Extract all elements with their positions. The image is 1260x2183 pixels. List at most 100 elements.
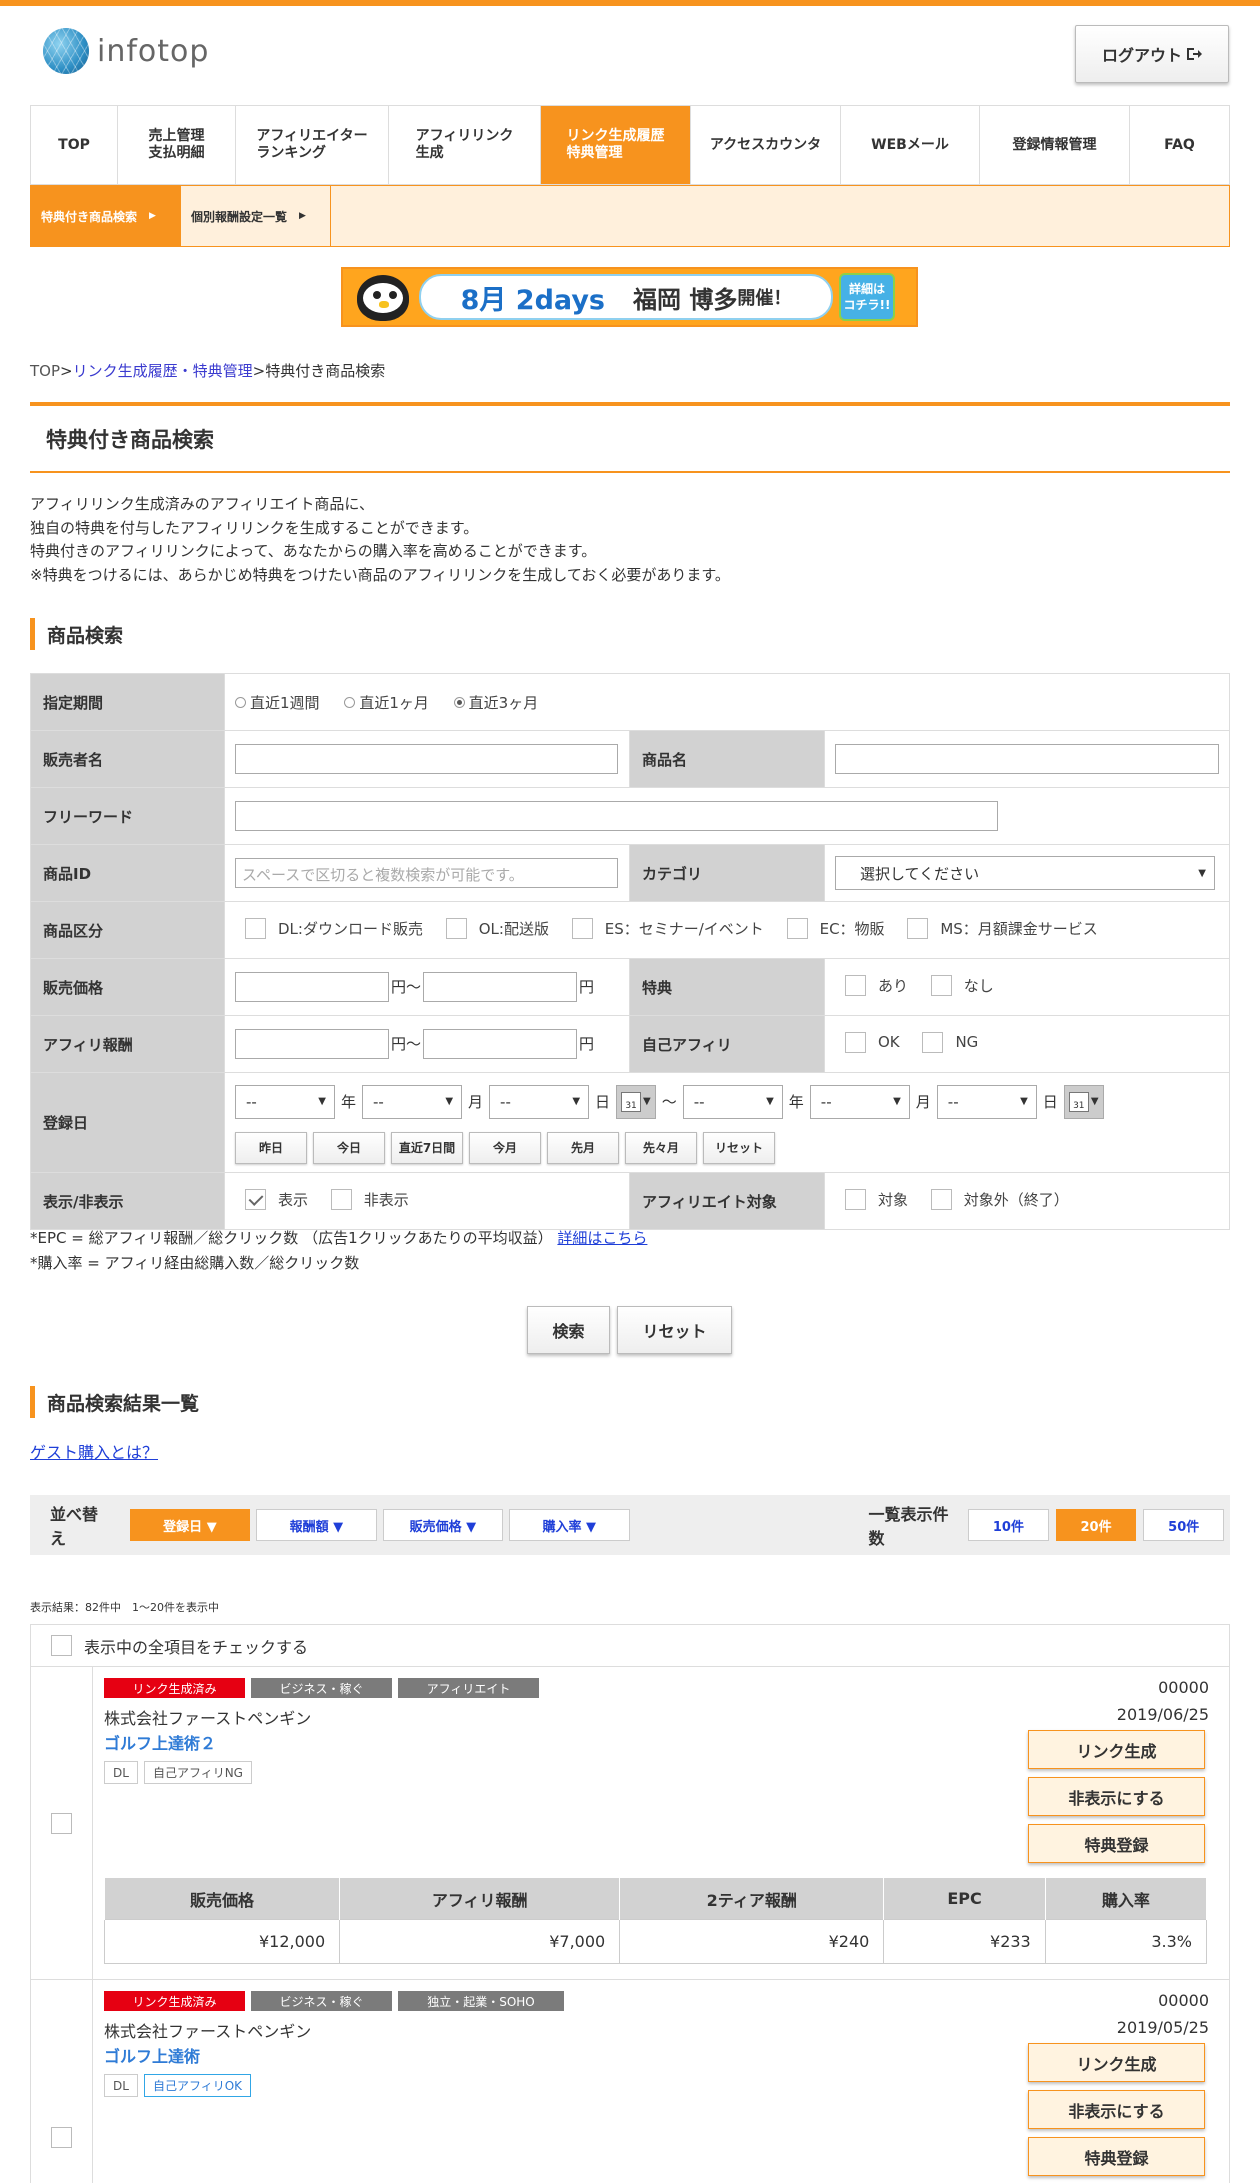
price-from-input[interactable] [235, 972, 389, 1002]
bonus-checkbox-no[interactable]: なし [930, 974, 994, 996]
dropdown-arrow-icon: ▼ [643, 1096, 651, 1107]
register-bonus-button[interactable]: 特典登録 [1028, 1824, 1205, 1863]
generate-link-button[interactable]: リンク生成 [1028, 1730, 1205, 1769]
price-to-input[interactable] [423, 972, 578, 1002]
self-affi-checkbox-ng[interactable]: NG [922, 1031, 979, 1053]
guest-purchase-link[interactable]: ゲスト購入とは？ [30, 1439, 158, 1463]
search-button[interactable]: 検索 [527, 1306, 610, 1354]
nav-item-access-counter[interactable]: アクセスカウンタ [691, 106, 841, 184]
item-checkbox[interactable] [51, 1813, 72, 1834]
nav-item-account[interactable]: 登録情報管理 [980, 106, 1130, 184]
perpage-10-button[interactable]: 10件 [968, 1509, 1049, 1541]
type-checkbox-ms[interactable]: MS：月額課金サービス [907, 917, 1098, 939]
search-notes: *EPC = 総アフィリ報酬／総クリック数 （広告1クリックあたりの平均収益） … [30, 1226, 647, 1276]
stat-price: ¥12,000 [103, 1919, 341, 1964]
stat-header-price: 販売価格 [103, 1877, 341, 1920]
type-checkbox-ec[interactable]: EC：物販 [786, 917, 885, 939]
self-affi-checkbox-ok[interactable]: OK [845, 1031, 900, 1053]
badge-type: DL [104, 1761, 138, 1784]
nav-item-top[interactable]: TOP [31, 106, 118, 184]
breadcrumb: TOP>リンク生成履歴・特典管理>特典付き商品検索 [30, 360, 385, 381]
bonus-field: あり なし [824, 958, 1230, 1016]
type-checkbox-es[interactable]: ES：セミナー/イベント [571, 917, 764, 939]
to-calendar-button[interactable]: 31 ▼ [1063, 1084, 1104, 1119]
hide-button[interactable]: 非表示にする [1028, 1777, 1205, 1816]
nav-item-faq[interactable]: FAQ [1130, 106, 1229, 184]
product-name-input[interactable] [835, 744, 1219, 774]
visibility-checkbox-hide[interactable]: 非表示 [330, 1188, 409, 1210]
item-product-name[interactable]: ゴルフ上達術２ [104, 1730, 216, 1754]
results-heading: 商品検索結果一覧 [30, 1386, 199, 1418]
purchase-rate-note: *購入率 = アフィリ経由総購入数／総クリック数 [30, 1254, 360, 1272]
perpage-50-button[interactable]: 50件 [1143, 1509, 1225, 1541]
nav-item-ranking[interactable]: アフィリエイター ランキング [236, 106, 389, 184]
checkbox-label: NG [955, 1033, 979, 1051]
sort-by-date-button[interactable]: 登録日 ▼ [129, 1509, 251, 1541]
quick-yesterday-button[interactable]: 昨日 [235, 1131, 307, 1164]
checkbox-label: 非表示 [363, 1190, 409, 1209]
visibility-label: 表示/非表示 [30, 1172, 225, 1230]
nav-label: 売上管理 支払明細 [148, 128, 205, 161]
reward-to-input[interactable] [423, 1029, 578, 1059]
sort-by-price-button[interactable]: 販売価格 ▼ [382, 1509, 504, 1541]
from-month-select[interactable]: -- [362, 1084, 463, 1119]
regdate-field: --年 --月 --日 31▼ 〜 --年 --月 --日 31▼ 昨日 今日 … [224, 1072, 1230, 1173]
perpage-20-button[interactable]: 20件 [1055, 1509, 1137, 1541]
logout-button[interactable]: ログアウト [1075, 25, 1229, 83]
checkbox-icon [445, 917, 467, 939]
seller-input[interactable] [235, 744, 618, 774]
breadcrumb-parent[interactable]: リンク生成履歴・特典管理 [73, 362, 253, 380]
quick-last7days-button[interactable]: 直近7日間 [391, 1131, 463, 1164]
nav-item-sales[interactable]: 売上管理 支払明細 [118, 106, 236, 184]
type-checkbox-dl[interactable]: DL:ダウンロード販売 [245, 917, 423, 939]
nav-item-link-history[interactable]: リンク生成履歴 特典管理 [541, 106, 691, 184]
to-month-select[interactable]: -- [809, 1084, 910, 1119]
visibility-checkbox-show[interactable]: 表示 [245, 1188, 308, 1210]
infotop-logo[interactable]: infotop [43, 28, 209, 74]
reward-cell: 円〜 円 [224, 1015, 630, 1073]
quick-today-button[interactable]: 今日 [313, 1131, 385, 1164]
list-item: リンク生成済み ビジネス・稼ぐ 独立・起業・SOHO 株式会社ファーストペンギン… [31, 1980, 1229, 2183]
type-checkbox-ol[interactable]: OL:配送版 [445, 917, 549, 939]
nav-item-affilink[interactable]: アフィリリンク 生成 [389, 106, 541, 184]
freeword-input[interactable] [235, 801, 998, 831]
subnav-item-bonus-search[interactable]: 特典付き商品検索 ▶ [31, 186, 181, 246]
from-calendar-button[interactable]: 31 ▼ [616, 1084, 656, 1119]
badge-self-affi: 自己アフィリNG [143, 1761, 252, 1784]
generate-link-button[interactable]: リンク生成 [1028, 2043, 1205, 2082]
reward-from-input[interactable] [235, 1029, 389, 1059]
subnav-item-rewards[interactable]: 個別報酬設定一覧 ▶ [181, 186, 331, 246]
reset-button[interactable]: リセット [617, 1306, 732, 1354]
category-select[interactable]: 選択してください [835, 856, 1215, 890]
nav-item-webmail[interactable]: WEBメール [841, 106, 980, 184]
breadcrumb-home[interactable]: TOP [30, 362, 60, 380]
product-id-input[interactable]: スペースで区切ると複数検索が可能です。 [235, 858, 618, 888]
item-checkbox[interactable] [51, 2127, 72, 2148]
hide-button[interactable]: 非表示にする [1028, 2090, 1205, 2129]
quick-thismonth-button[interactable]: 今月 [469, 1131, 541, 1164]
quick-lastmonth-button[interactable]: 先月 [547, 1131, 619, 1164]
sort-by-reward-button[interactable]: 報酬額 ▼ [256, 1509, 377, 1541]
quick-reset-button[interactable]: リセット [703, 1131, 775, 1164]
item-product-name[interactable]: ゴルフ上達術 [104, 2043, 200, 2067]
from-day-select[interactable]: -- [489, 1084, 590, 1119]
bonus-checkbox-yes[interactable]: あり [845, 974, 908, 996]
target-checkbox-ended[interactable]: 対象外（終了） [930, 1188, 1069, 1210]
period-radio-3month[interactable]: 直近3ヶ月 [453, 692, 538, 713]
quick-twomonthsago-button[interactable]: 先々月 [625, 1131, 697, 1164]
product-name-cell [824, 730, 1230, 788]
sort-by-rate-button[interactable]: 購入率 ▼ [509, 1509, 630, 1541]
banner-place: 福岡 博多 [633, 285, 738, 314]
epc-detail-link[interactable]: 詳細はこちら [557, 1229, 647, 1247]
from-year-select[interactable]: -- [235, 1084, 335, 1119]
check-all-row[interactable]: 表示中の全項目をチェックする [31, 1625, 1229, 1667]
period-radio-1month[interactable]: 直近1ヶ月 [344, 692, 429, 713]
target-checkbox-active[interactable]: 対象 [845, 1188, 908, 1210]
to-day-select[interactable]: -- [936, 1084, 1037, 1119]
period-radio-1week[interactable]: 直近1週間 [235, 692, 320, 713]
stat-header-rate: 購入率 [1044, 1877, 1208, 1920]
to-year-select[interactable]: -- [682, 1084, 783, 1119]
event-banner[interactable]: 8月 2days 福岡 博多 開催！ 詳細は コチラ!! [341, 267, 918, 327]
self-affi-field: OK NG [824, 1015, 1230, 1073]
register-bonus-button[interactable]: 特典登録 [1028, 2137, 1205, 2176]
